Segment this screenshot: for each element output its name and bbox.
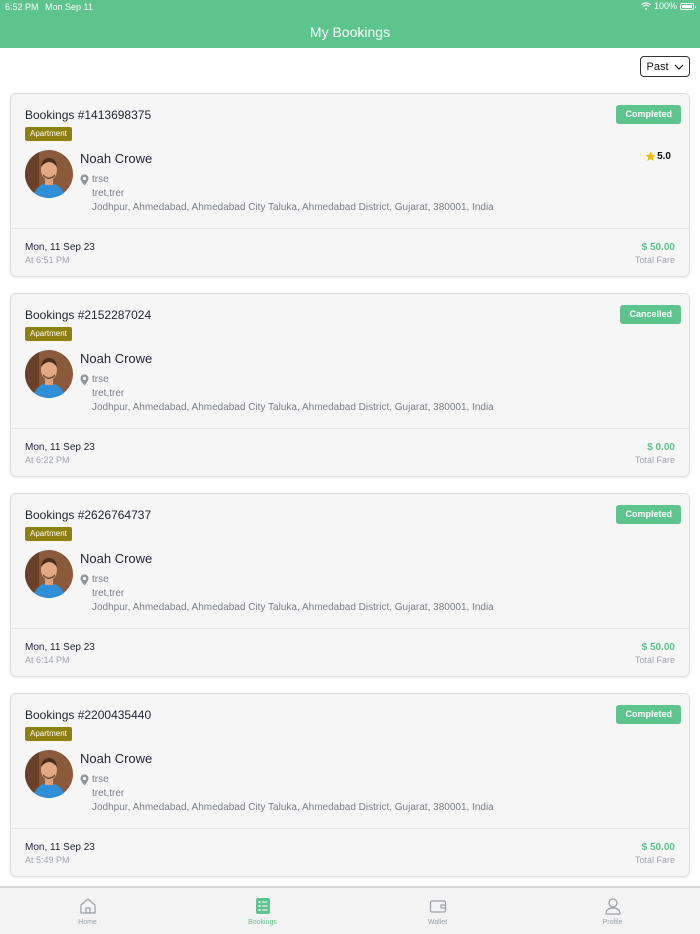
tab-home[interactable]: Home	[0, 888, 175, 934]
address-line-3: Jodhpur, Ahmedabad, Ahmedabad City Taluk…	[92, 602, 494, 613]
avatar	[25, 750, 73, 798]
avatar	[25, 550, 73, 598]
card-divider	[11, 828, 689, 829]
card-divider	[11, 428, 689, 429]
provider-name: Noah Crowe	[80, 551, 153, 566]
status-bar: 6:52 PM Mon Sep 11 100%	[0, 0, 700, 14]
rating: 5.0	[645, 151, 671, 162]
chevron-down-icon	[674, 64, 683, 70]
address-line-3: Jodhpur, Ahmedabad, Ahmedabad City Taluk…	[92, 202, 494, 213]
fare-label: Total Fare	[634, 655, 675, 665]
rating-value: 5.0	[657, 151, 671, 162]
location-pin-icon	[80, 374, 89, 386]
location-pin-icon	[80, 174, 89, 186]
property-type-tag: Apartment	[25, 727, 72, 741]
fare-amount: $ 0.00	[647, 442, 675, 453]
filter-selected-value: Past	[646, 60, 669, 73]
address-line-2: tret,trer	[92, 588, 125, 599]
tab-profile[interactable]: Profile	[525, 888, 700, 934]
tab-wallet-label: Wallet	[427, 919, 448, 926]
app-header: 6:52 PM Mon Sep 11 100% My Bookings	[0, 0, 700, 48]
booking-list: Bookings #1413698375 Completed Apartment…	[10, 93, 690, 893]
booking-card[interactable]: Bookings #2200435440 Completed Apartment…	[10, 693, 690, 877]
booking-card[interactable]: Bookings #1413698375 Completed Apartment…	[10, 93, 690, 277]
address-line-2: tret,trer	[92, 388, 125, 399]
status-badge: Completed	[616, 105, 681, 124]
booking-time: At 6:51 PM	[25, 255, 70, 265]
location-pin-icon	[80, 774, 89, 786]
booking-date: Mon, 11 Sep 23	[25, 842, 95, 853]
avatar	[25, 350, 73, 398]
booking-id: Bookings #2152287024	[25, 308, 152, 322]
address-line-1: trse	[92, 374, 109, 385]
address-line-1: trse	[92, 574, 109, 585]
booking-id: Bookings #2200435440	[25, 708, 152, 722]
card-divider	[11, 228, 689, 229]
status-badge: Cancelled	[620, 305, 681, 324]
booking-id: Bookings #1413698375	[25, 108, 152, 122]
provider-name: Noah Crowe	[80, 151, 153, 166]
provider-name: Noah Crowe	[80, 751, 153, 766]
booking-time: At 6:14 PM	[25, 655, 70, 665]
booking-filter-dropdown[interactable]: Past	[640, 56, 690, 77]
fare-amount: $ 50.00	[641, 642, 675, 653]
tab-bookings-label: Bookings	[248, 919, 277, 926]
card-divider	[11, 628, 689, 629]
bottom-tab-bar: Home Bookings Wallet Profile	[0, 886, 700, 934]
fare-label: Total Fare	[634, 455, 675, 465]
fare-label: Total Fare	[634, 855, 675, 865]
bookings-icon	[255, 898, 270, 914]
star-icon	[645, 151, 656, 161]
booking-date: Mon, 11 Sep 23	[25, 642, 95, 653]
status-date: Mon Sep 11	[45, 2, 93, 12]
property-type-tag: Apartment	[25, 327, 72, 341]
status-badge: Completed	[616, 505, 681, 524]
tab-bookings[interactable]: Bookings	[175, 888, 350, 934]
status-indicators: 100%	[641, 1, 696, 11]
property-type-tag: Apartment	[25, 127, 72, 141]
fare-amount: $ 50.00	[641, 842, 675, 853]
booking-time: At 5:49 PM	[25, 855, 70, 865]
address-line-3: Jodhpur, Ahmedabad, Ahmedabad City Taluk…	[92, 802, 494, 813]
wifi-icon	[641, 2, 651, 10]
address-line-1: trse	[92, 774, 109, 785]
tab-home-label: Home	[78, 919, 97, 926]
tab-wallet[interactable]: Wallet	[350, 888, 525, 934]
status-badge: Completed	[616, 705, 681, 724]
address-line-1: trse	[92, 174, 109, 185]
page-title: My Bookings	[309, 24, 391, 40]
booking-card[interactable]: Bookings #2152287024 Cancelled Apartment…	[10, 293, 690, 477]
battery-percent: 100%	[653, 1, 677, 11]
fare-amount: $ 50.00	[641, 242, 675, 253]
fare-label: Total Fare	[634, 255, 675, 265]
battery-icon	[680, 2, 696, 10]
location-pin-icon	[80, 574, 89, 586]
booking-date: Mon, 11 Sep 23	[25, 242, 95, 253]
status-time: 6:52 PM	[5, 2, 39, 12]
booking-card[interactable]: Bookings #2626764737 Completed Apartment…	[10, 493, 690, 677]
home-icon	[79, 898, 96, 914]
avatar	[25, 150, 73, 198]
address-line-2: tret,trer	[92, 188, 125, 199]
tab-profile-label: Profile	[602, 919, 623, 926]
address-line-3: Jodhpur, Ahmedabad, Ahmedabad City Taluk…	[92, 402, 494, 413]
booking-id: Bookings #2626764737	[25, 508, 152, 522]
booking-date: Mon, 11 Sep 23	[25, 442, 95, 453]
provider-name: Noah Crowe	[80, 351, 153, 366]
profile-icon	[604, 898, 621, 915]
wallet-icon	[429, 900, 446, 913]
booking-time: At 6:22 PM	[25, 455, 70, 465]
property-type-tag: Apartment	[25, 527, 72, 541]
address-line-2: tret,trer	[92, 788, 125, 799]
